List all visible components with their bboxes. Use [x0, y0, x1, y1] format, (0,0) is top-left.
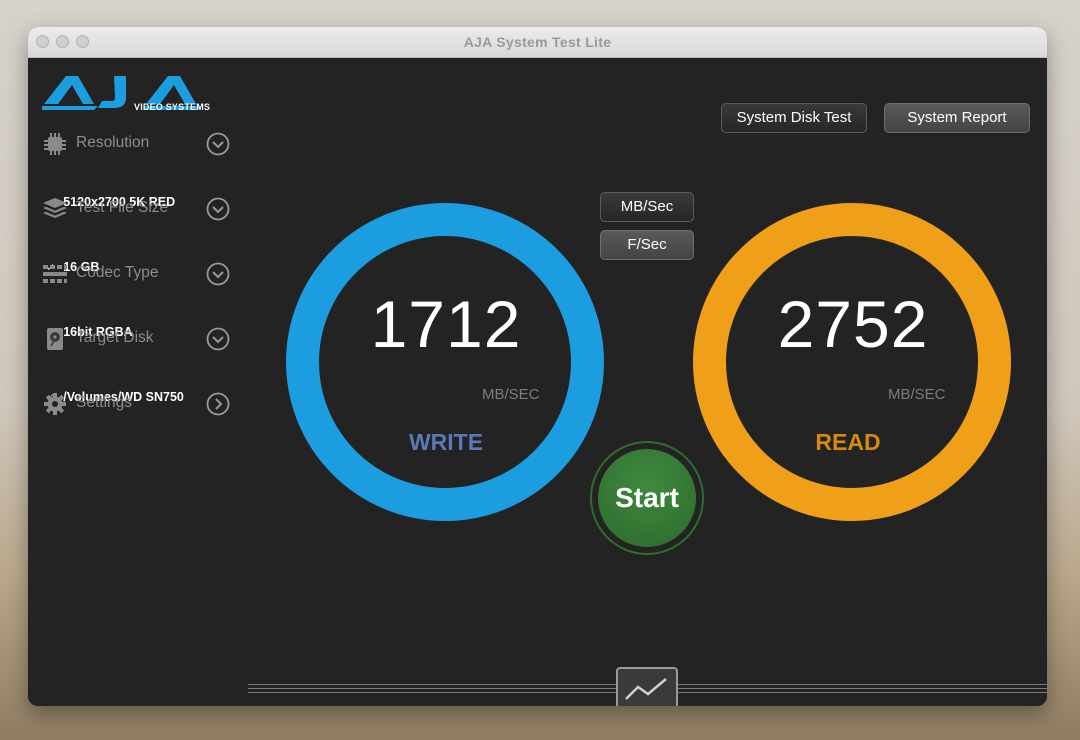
main-content: VIDEO SYSTEMS Resolution ✓5120x2700 5K R…: [28, 58, 1047, 706]
sidebar-item-label: Test File Size: [76, 199, 169, 216]
chevron-down-icon[interactable]: [206, 262, 230, 286]
write-label: WRITE: [408, 429, 484, 455]
graph-monitor-icon[interactable]: [616, 667, 678, 706]
system-disk-test-button[interactable]: System Disk Test: [721, 103, 867, 133]
sidebar-item-resolution[interactable]: Resolution: [42, 130, 232, 158]
write-speed-value: 1712: [370, 287, 522, 361]
f-sec-toggle[interactable]: F/Sec: [600, 230, 694, 260]
sidebar-item-label: Resolution: [76, 134, 150, 151]
write-unit: MB/SEC: [482, 386, 540, 403]
title-bar: AJA System Test Lite: [28, 27, 1047, 58]
sidebar-item-codec-type[interactable]: Codec Type: [42, 260, 232, 288]
app-window: AJA System Test Lite VIDEO SYSTEMS Resol…: [28, 27, 1047, 706]
sidebar-item-label: Settings: [76, 394, 133, 411]
sidebar-item-test-file-size[interactable]: Test File Size: [42, 195, 232, 223]
chevron-down-icon[interactable]: [206, 132, 230, 156]
sidebar-item-label: Codec Type: [76, 264, 159, 281]
window-title: AJA System Test Lite: [463, 34, 612, 50]
chevron-right-icon[interactable]: [206, 392, 230, 416]
hard-disk-icon: [47, 328, 63, 350]
system-report-button[interactable]: System Report: [884, 103, 1030, 133]
read-label: READ: [815, 429, 881, 455]
gear-icon: [44, 393, 66, 415]
chevron-down-icon[interactable]: [206, 327, 230, 351]
write-gauge-ring: [286, 203, 604, 521]
chevron-down-icon[interactable]: [206, 197, 230, 221]
codec-grid-icon: [43, 265, 67, 283]
mb-sec-toggle[interactable]: MB/Sec: [600, 192, 694, 222]
sidebar-item-label: Target Disk: [76, 329, 154, 346]
read-speed-value: 2752: [777, 287, 929, 361]
sidebar-item-target-disk[interactable]: Target Disk: [42, 325, 232, 353]
start-button[interactable]: Start: [598, 449, 696, 547]
read-unit: MB/SEC: [888, 386, 946, 403]
read-gauge-ring: [693, 203, 1011, 521]
sidebar-item-settings[interactable]: Settings: [42, 390, 232, 418]
resolution-chip-icon: [44, 133, 66, 155]
file-stack-icon: [43, 198, 67, 218]
logo-subtitle: VIDEO SYSTEMS: [134, 102, 211, 112]
